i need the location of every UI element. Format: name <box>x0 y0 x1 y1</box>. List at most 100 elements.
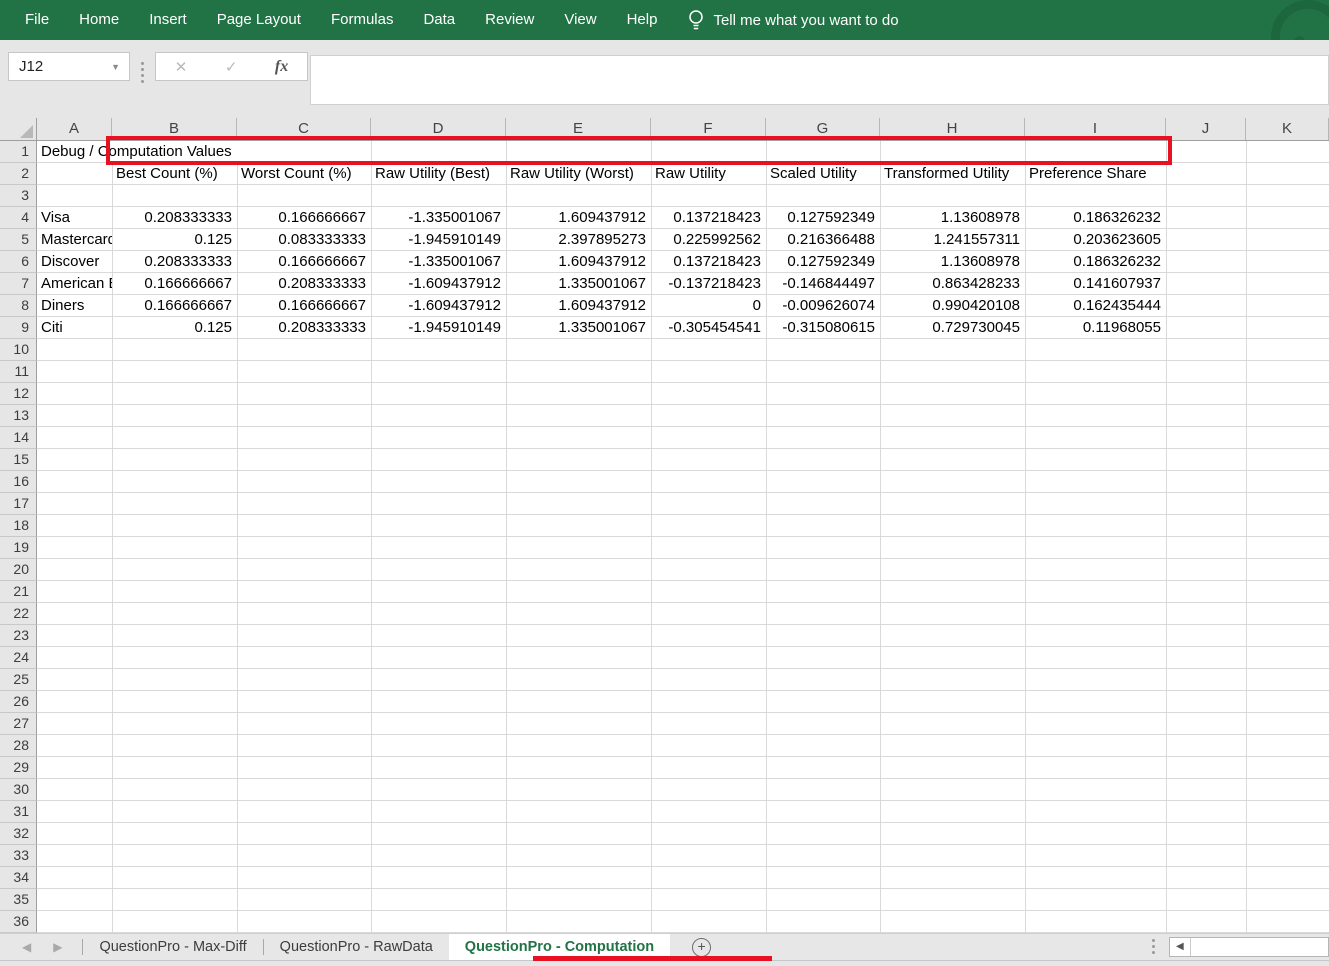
select-all-corner[interactable] <box>0 118 37 140</box>
name-box[interactable]: J12 ▼ <box>8 52 130 81</box>
cell-E2-header[interactable]: Raw Utility (Worst) <box>507 163 651 184</box>
row-header-28[interactable]: 28 <box>0 735 37 757</box>
column-header-A[interactable]: A <box>37 118 112 140</box>
chevron-down-icon[interactable]: ▼ <box>111 62 129 72</box>
menu-item-insert[interactable]: Insert <box>134 0 202 40</box>
row-header-12[interactable]: 12 <box>0 383 37 405</box>
row-header-29[interactable]: 29 <box>0 757 37 779</box>
cell-I8[interactable]: 0.162435444 <box>1026 295 1166 316</box>
row-header-21[interactable]: 21 <box>0 581 37 603</box>
cell-G8[interactable]: -0.009626074 <box>767 295 880 316</box>
column-header-D[interactable]: D <box>371 118 506 140</box>
cell-E8[interactable]: 1.609437912 <box>507 295 651 316</box>
cell-G7[interactable]: -0.146844497 <box>767 273 880 294</box>
cell-D6[interactable]: -1.335001067 <box>372 251 506 272</box>
cell-D4[interactable]: -1.335001067 <box>372 207 506 228</box>
row-header-5[interactable]: 5 <box>0 229 37 251</box>
column-header-E[interactable]: E <box>506 118 651 140</box>
menu-item-page-layout[interactable]: Page Layout <box>202 0 316 40</box>
cell-D7[interactable]: -1.609437912 <box>372 273 506 294</box>
column-header-I[interactable]: I <box>1025 118 1166 140</box>
cell-F5[interactable]: 0.225992562 <box>652 229 766 250</box>
menu-item-home[interactable]: Home <box>64 0 134 40</box>
cell-F4[interactable]: 0.137218423 <box>652 207 766 228</box>
cell-D9[interactable]: -1.945910149 <box>372 317 506 338</box>
formula-input[interactable] <box>310 55 1329 105</box>
cell-H7[interactable]: 0.863428233 <box>881 273 1025 294</box>
row-header-19[interactable]: 19 <box>0 537 37 559</box>
cell-G2-header[interactable]: Scaled Utility <box>767 163 880 184</box>
sheet-nav-right-icon[interactable]: ▶ <box>53 940 62 954</box>
row-header-32[interactable]: 32 <box>0 823 37 845</box>
cell-G6[interactable]: 0.127592349 <box>767 251 880 272</box>
cell-A4-label[interactable]: Visa <box>38 207 112 228</box>
cell-B5[interactable]: 0.125 <box>113 229 237 250</box>
cell-F6[interactable]: 0.137218423 <box>652 251 766 272</box>
row-header-31[interactable]: 31 <box>0 801 37 823</box>
row-header-25[interactable]: 25 <box>0 669 37 691</box>
cell-F7[interactable]: -0.137218423 <box>652 273 766 294</box>
cell-A1-title[interactable]: Debug / Computation Values <box>38 141 371 162</box>
row-header-7[interactable]: 7 <box>0 273 37 295</box>
row-header-36[interactable]: 36 <box>0 911 37 933</box>
cell-H8[interactable]: 0.990420108 <box>881 295 1025 316</box>
cancel-icon[interactable]: ✕ <box>175 58 188 76</box>
cell-B4[interactable]: 0.208333333 <box>113 207 237 228</box>
column-header-H[interactable]: H <box>880 118 1025 140</box>
cell-H4[interactable]: 1.13608978 <box>881 207 1025 228</box>
row-header-6[interactable]: 6 <box>0 251 37 273</box>
cell-A7-label[interactable]: American Express <box>38 273 112 294</box>
enter-check-icon[interactable]: ✓ <box>225 58 238 76</box>
cell-G5[interactable]: 0.216366488 <box>767 229 880 250</box>
menu-item-help[interactable]: Help <box>612 0 673 40</box>
menu-item-review[interactable]: Review <box>470 0 549 40</box>
sheet-nav-left-icon[interactable]: ◀ <box>22 940 31 954</box>
cell-E7[interactable]: 1.335001067 <box>507 273 651 294</box>
cell-I4[interactable]: 0.186326232 <box>1026 207 1166 228</box>
cell-H6[interactable]: 1.13608978 <box>881 251 1025 272</box>
tell-me[interactable]: Tell me what you want to do <box>688 8 898 32</box>
cell-F2-header[interactable]: Raw Utility <box>652 163 766 184</box>
row-header-16[interactable]: 16 <box>0 471 37 493</box>
cell-F8[interactable]: 0 <box>652 295 766 316</box>
cell-H2-header[interactable]: Transformed Utility <box>881 163 1025 184</box>
scroll-left-icon[interactable]: ◀ <box>1170 938 1191 956</box>
cell-A6-label[interactable]: Discover <box>38 251 112 272</box>
menu-item-view[interactable]: View <box>549 0 611 40</box>
insert-function-icon[interactable]: fx <box>275 58 288 76</box>
cell-I2-header[interactable]: Preference Share <box>1026 163 1166 184</box>
row-header-15[interactable]: 15 <box>0 449 37 471</box>
cell-E9[interactable]: 1.335001067 <box>507 317 651 338</box>
menu-item-data[interactable]: Data <box>408 0 470 40</box>
row-header-30[interactable]: 30 <box>0 779 37 801</box>
row-header-34[interactable]: 34 <box>0 867 37 889</box>
row-header-18[interactable]: 18 <box>0 515 37 537</box>
cell-H9[interactable]: 0.729730045 <box>881 317 1025 338</box>
cell-B2-header[interactable]: Best Count (%) <box>113 163 237 184</box>
cell-E6[interactable]: 1.609437912 <box>507 251 651 272</box>
menu-item-formulas[interactable]: Formulas <box>316 0 409 40</box>
column-header-J[interactable]: J <box>1166 118 1246 140</box>
cell-C8[interactable]: 0.166666667 <box>238 295 371 316</box>
cell-I5[interactable]: 0.203623605 <box>1026 229 1166 250</box>
row-header-20[interactable]: 20 <box>0 559 37 581</box>
cell-G4[interactable]: 0.127592349 <box>767 207 880 228</box>
column-header-G[interactable]: G <box>766 118 880 140</box>
cell-C4[interactable]: 0.166666667 <box>238 207 371 228</box>
row-header-4[interactable]: 4 <box>0 207 37 229</box>
cell-B7[interactable]: 0.166666667 <box>113 273 237 294</box>
cell-A8-label[interactable]: Diners <box>38 295 112 316</box>
new-sheet-icon[interactable]: + <box>692 938 711 957</box>
row-header-22[interactable]: 22 <box>0 603 37 625</box>
row-header-9[interactable]: 9 <box>0 317 37 339</box>
row-header-11[interactable]: 11 <box>0 361 37 383</box>
column-header-B[interactable]: B <box>112 118 237 140</box>
cell-C7[interactable]: 0.208333333 <box>238 273 371 294</box>
cell-I9[interactable]: 0.11968055 <box>1026 317 1166 338</box>
row-header-33[interactable]: 33 <box>0 845 37 867</box>
horizontal-scrollbar[interactable]: ◀ <box>1169 937 1329 957</box>
cell-H5[interactable]: 1.241557311 <box>881 229 1025 250</box>
row-header-24[interactable]: 24 <box>0 647 37 669</box>
column-header-F[interactable]: F <box>651 118 766 140</box>
row-header-3[interactable]: 3 <box>0 185 37 207</box>
